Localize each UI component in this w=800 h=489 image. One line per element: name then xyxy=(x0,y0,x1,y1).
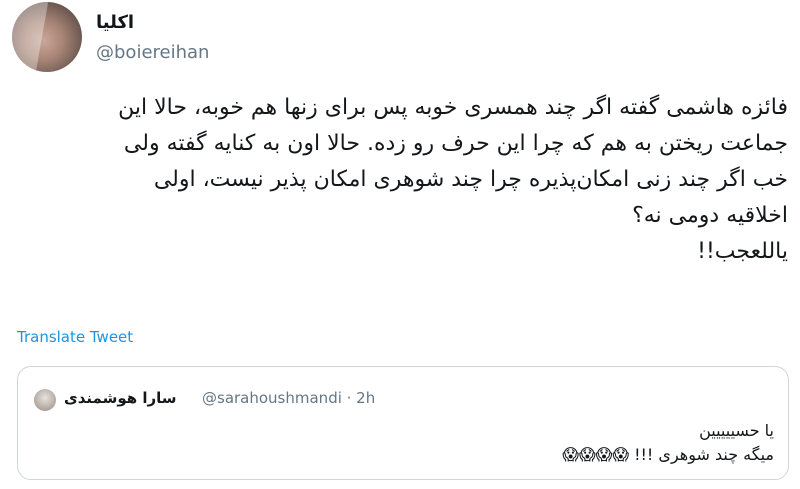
quoted-tweet-text: یا حسییییین میگه چند شوهری !!! 😱😱😱😱 xyxy=(562,421,774,464)
quoted-author-avatar xyxy=(34,389,56,411)
translate-tweet-link[interactable]: Translate Tweet xyxy=(17,328,133,346)
author-handle[interactable]: @boiereihan xyxy=(96,42,209,63)
tweet-card: اکلیا @boiereihan فائزه هاشمی گفته اگر چ… xyxy=(0,0,800,489)
author-avatar[interactable] xyxy=(12,2,82,72)
quoted-author-name: سارا هوشمندی xyxy=(64,389,177,407)
quoted-tweet[interactable]: سارا هوشمندی @sarahoushmandi · 2h یا حسی… xyxy=(17,366,789,480)
author-display-name[interactable]: اکلیا xyxy=(96,12,134,33)
quoted-author-meta: @sarahoushmandi · 2h xyxy=(202,389,376,407)
tweet-text: فائزه هاشمی گفته اگر چند همسری خوبه پس ب… xyxy=(118,95,788,264)
